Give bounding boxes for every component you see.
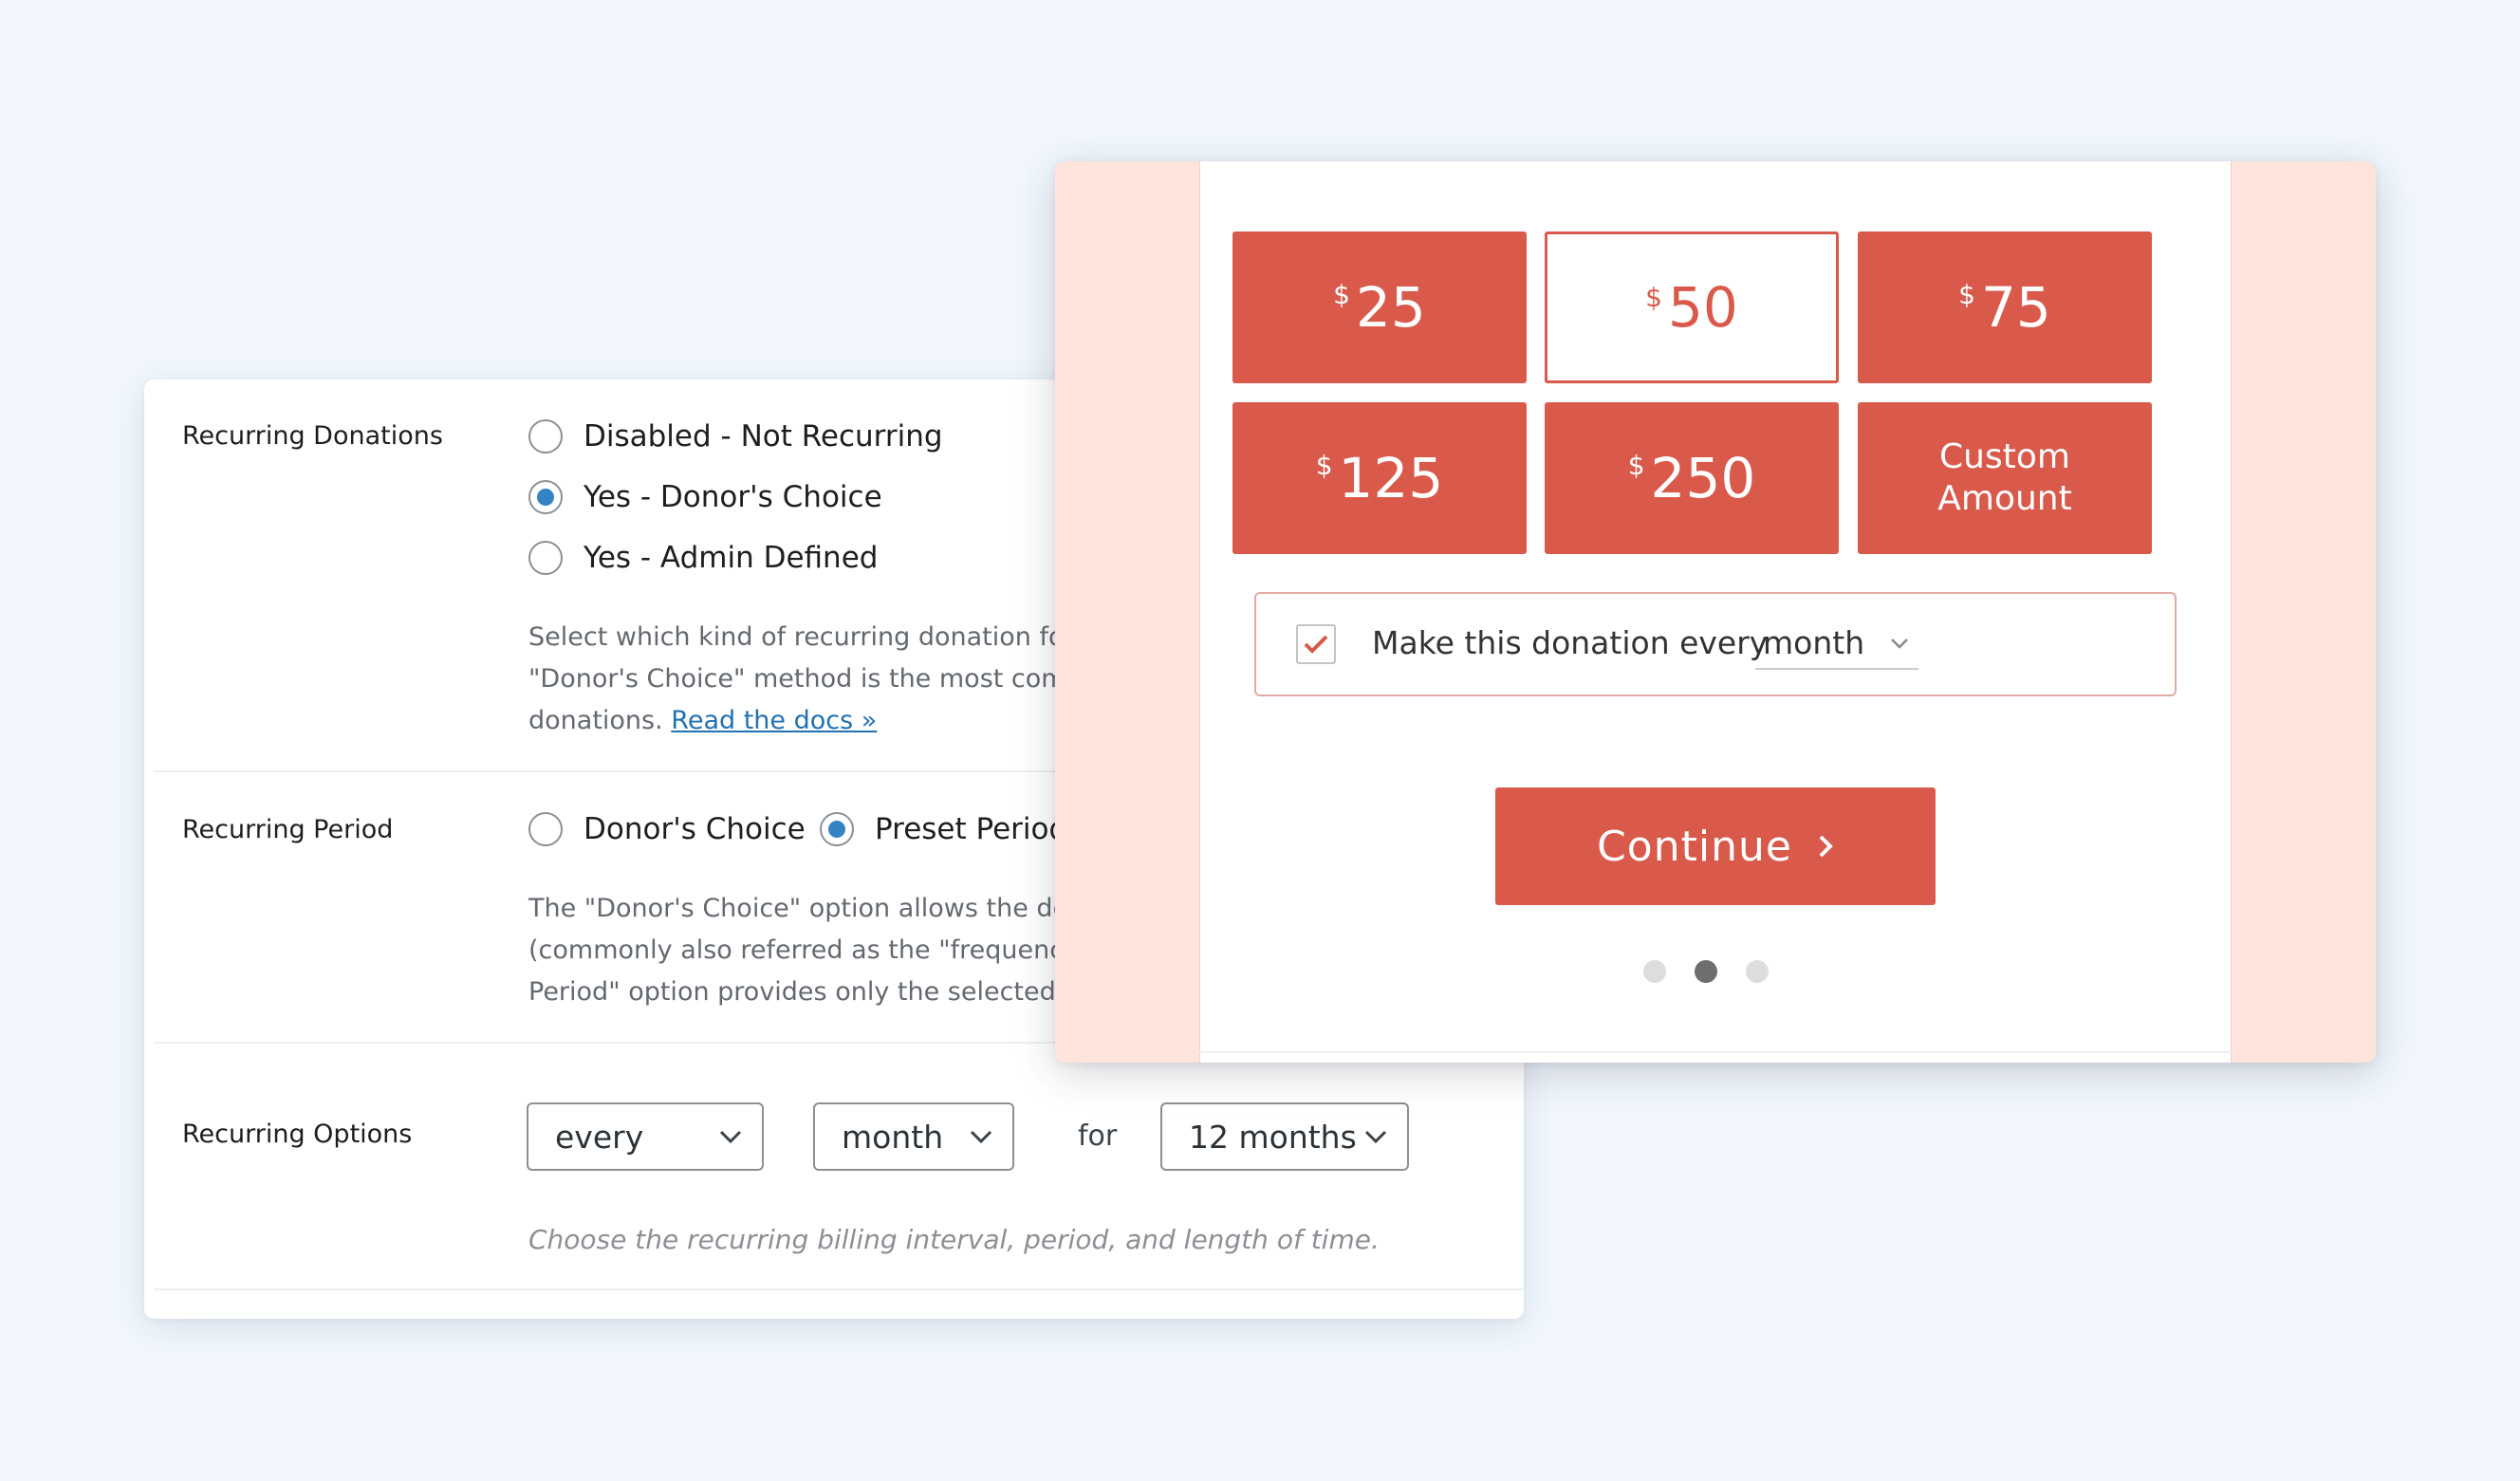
chevron-right-icon: [1819, 835, 1833, 858]
read-the-docs-link[interactable]: Read the docs »: [671, 706, 877, 735]
chevron-down-icon: [1364, 1130, 1387, 1144]
custom-amount-button[interactable]: Custom Amount: [1858, 402, 2152, 554]
radio-label: Disabled - Not Recurring: [584, 419, 943, 454]
recurring-options-hint: Choose the recurring billing interval, p…: [528, 1224, 1380, 1255]
amount-button-50[interactable]: $ 50: [1545, 231, 1839, 383]
length-select[interactable]: 12 months: [1160, 1102, 1409, 1171]
checkmark-icon: [1304, 635, 1328, 654]
period-select[interactable]: month: [813, 1102, 1014, 1171]
donation-form-panel: $ 25 $ 50 $ 75 $ 125 $ 250 Custom Amount…: [1055, 161, 2376, 1063]
card-bottom-divider: [1199, 1051, 2232, 1053]
radio-period-preset[interactable]: Preset Period: [820, 812, 1067, 846]
radio-label: Preset Period: [875, 812, 1068, 846]
radio-yes-admin-defined[interactable]: Yes - Admin Defined: [528, 541, 878, 575]
recurring-text: Make this donation every: [1372, 624, 1769, 661]
amount-button-250[interactable]: $ 250: [1545, 402, 1839, 554]
amount-value: 250: [1650, 446, 1756, 510]
step-dot-2-active[interactable]: [1695, 960, 1717, 983]
chevron-down-icon: [1891, 639, 1908, 649]
custom-amount-label: Custom Amount: [1937, 437, 2072, 518]
divider: [154, 1288, 1524, 1290]
select-value: every: [555, 1118, 644, 1156]
radio-label: Yes - Donor's Choice: [584, 480, 882, 514]
radio-disabled-not-recurring[interactable]: Disabled - Not Recurring: [528, 419, 943, 454]
select-value: month: [842, 1118, 944, 1156]
currency-symbol: $: [1333, 279, 1350, 310]
radio-label: Yes - Admin Defined: [584, 541, 879, 575]
step-dot-3[interactable]: [1746, 960, 1769, 983]
currency-symbol: $: [1627, 450, 1645, 481]
amount-value: 25: [1356, 275, 1426, 340]
radio-circle[interactable]: [528, 541, 563, 575]
recurring-checkbox[interactable]: [1296, 624, 1336, 664]
select-value: month: [1763, 624, 1865, 661]
continue-button[interactable]: Continue: [1495, 787, 1936, 905]
chevron-down-icon: [719, 1130, 742, 1144]
continue-label: Continue: [1597, 822, 1792, 871]
recurring-donation-toggle: Make this donation every month: [1254, 592, 2177, 696]
description-text: donations.: [528, 706, 663, 735]
radio-period-donors-choice[interactable]: Donor's Choice: [528, 812, 806, 846]
currency-symbol: $: [1958, 279, 1975, 310]
radio-circle-checked[interactable]: [820, 812, 854, 846]
currency-symbol: $: [1315, 450, 1333, 481]
radio-circle[interactable]: [528, 419, 563, 454]
recurring-options-label: Recurring Options: [182, 1120, 413, 1149]
radio-circle-checked[interactable]: [528, 480, 563, 514]
donation-form-card: $ 25 $ 50 $ 75 $ 125 $ 250 Custom Amount…: [1199, 161, 2232, 1063]
recurring-donations-label: Recurring Donations: [182, 421, 443, 451]
for-label: for: [1078, 1120, 1118, 1153]
select-value: 12 months: [1189, 1118, 1357, 1156]
amount-button-25[interactable]: $ 25: [1232, 231, 1527, 383]
recurring-period-label: Recurring Period: [182, 815, 394, 844]
amount-button-75[interactable]: $ 75: [1858, 231, 2152, 383]
radio-yes-donors-choice[interactable]: Yes - Donor's Choice: [528, 480, 882, 514]
amount-value: 75: [1981, 275, 2051, 340]
recurring-period-select[interactable]: month: [1755, 615, 1918, 670]
amount-button-125[interactable]: $ 125: [1232, 402, 1527, 554]
chevron-down-icon: [970, 1130, 992, 1144]
currency-symbol: $: [1645, 282, 1662, 313]
radio-label: Donor's Choice: [584, 812, 806, 846]
step-dot-1[interactable]: [1643, 960, 1666, 983]
amount-value: 50: [1668, 275, 1738, 340]
interval-select[interactable]: every: [527, 1102, 764, 1171]
radio-circle[interactable]: [528, 812, 563, 846]
amount-value: 125: [1338, 446, 1444, 510]
